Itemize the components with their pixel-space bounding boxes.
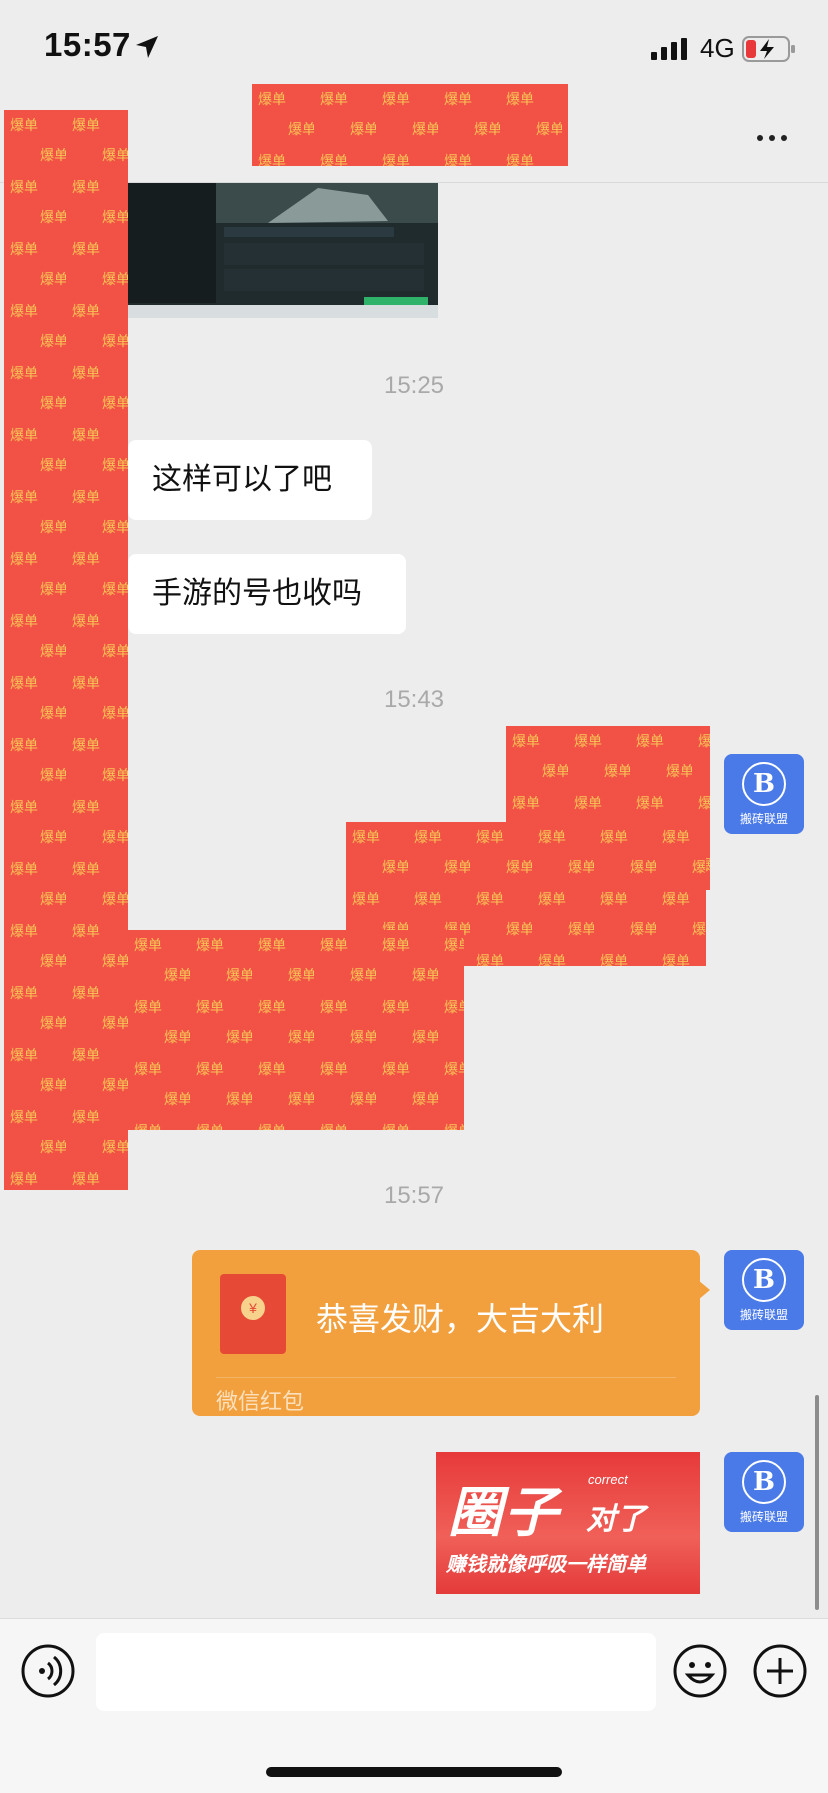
message-text: 手游的号也收吗: [152, 577, 362, 610]
avatar-logo: B: [742, 761, 786, 806]
ad-dui-text: 对了: [586, 1503, 646, 1536]
incoming-message-bubble[interactable]: 这样可以了吧: [128, 440, 372, 520]
network-type: 4G: [700, 33, 735, 63]
sender-avatar[interactable]: B 搬砖联盟: [724, 1452, 804, 1532]
dot: [757, 135, 763, 141]
plus-icon[interactable]: [752, 1643, 808, 1699]
censored-chat-title: [252, 84, 568, 166]
red-packet-icon: ¥: [220, 1274, 286, 1354]
avatar-logo: B: [742, 1257, 786, 1302]
message-input[interactable]: [96, 1633, 656, 1711]
sender-avatar[interactable]: B 搬砖联盟: [724, 1250, 804, 1330]
red-packet-message[interactable]: ¥ 恭喜发财，大吉大利 微信红包: [192, 1250, 700, 1416]
ad-correct-text: correct: [588, 1472, 628, 1487]
incoming-message-bubble[interactable]: 手游的号也收吗: [128, 554, 406, 634]
censored-outgoing-message: [128, 930, 464, 1130]
bubble-tail: [698, 1280, 710, 1300]
chat-input-bar: [0, 1618, 828, 1793]
emoji-icon[interactable]: [672, 1643, 728, 1699]
ad-slogan: 赚钱就像呼吸一样简单: [446, 1554, 646, 1576]
screenshot-preview: [128, 183, 438, 318]
avatar-logo: B: [742, 1459, 786, 1504]
dot: [781, 135, 787, 141]
ad-headline: 圈子: [448, 1483, 560, 1543]
status-time: 15:57: [44, 26, 131, 63]
image-message-thumbnail[interactable]: [128, 183, 438, 318]
timestamp: 15:25: [383, 372, 445, 399]
image-message-ad[interactable]: 圈子 correct 对了 赚钱就像呼吸一样简单: [436, 1452, 700, 1594]
coin-icon: ¥: [241, 1296, 265, 1320]
red-packet-greeting: 恭喜发财，大吉大利: [316, 1301, 605, 1337]
avatar-name: 搬砖联盟: [739, 811, 788, 826]
avatar-name: 搬砖联盟: [739, 1307, 788, 1322]
sender-avatar[interactable]: B 搬砖联盟: [724, 754, 804, 834]
location-arrow-icon: [136, 36, 158, 58]
timestamp: 15:57: [383, 1182, 445, 1209]
dot: [769, 135, 775, 141]
red-packet-divider: [216, 1377, 676, 1378]
timestamp: 15:43: [383, 686, 445, 713]
voice-input-icon[interactable]: [20, 1643, 76, 1699]
avatar-name: 搬砖联盟: [739, 1509, 788, 1524]
cellular-signal-icon: [651, 38, 687, 60]
red-packet-label: 微信红包: [216, 1389, 305, 1414]
message-text: 这样可以了吧: [152, 463, 332, 496]
scrollbar[interactable]: [815, 1395, 819, 1610]
more-options-button[interactable]: [752, 118, 792, 158]
battery-charging-icon: [742, 36, 795, 62]
censored-avatar-column: [4, 110, 128, 1190]
home-indicator: [266, 1767, 562, 1777]
